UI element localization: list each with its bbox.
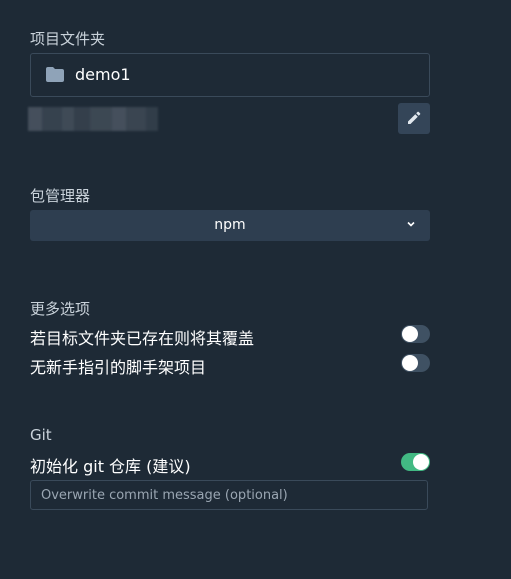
git-label: Git xyxy=(30,426,52,444)
package-manager-select[interactable]: npm xyxy=(30,210,430,241)
commit-message-input[interactable] xyxy=(30,480,428,510)
no-guide-label: 无新手指引的脚手架项目 xyxy=(30,358,207,377)
folder-name: demo1 xyxy=(75,65,131,84)
no-guide-toggle[interactable] xyxy=(401,354,430,372)
toggle-knob xyxy=(402,326,418,342)
folder-icon xyxy=(46,67,64,82)
git-init-toggle[interactable] xyxy=(401,453,430,471)
project-folder-field[interactable]: demo1 xyxy=(30,53,430,97)
pencil-icon xyxy=(408,111,421,124)
toggle-knob xyxy=(402,355,418,371)
toggle-knob xyxy=(413,454,429,470)
project-folder-label: 项目文件夹 xyxy=(30,30,106,48)
overwrite-folder-label: 若目标文件夹已存在则将其覆盖 xyxy=(30,329,255,348)
more-options-label: 更多选项 xyxy=(30,300,91,318)
overwrite-folder-toggle[interactable] xyxy=(401,325,430,343)
package-manager-label: 包管理器 xyxy=(30,187,91,205)
folder-path-redacted xyxy=(28,107,158,131)
chevron-down-icon xyxy=(407,221,415,227)
git-init-label: 初始化 git 仓库 (建议) xyxy=(30,457,191,476)
edit-folder-button[interactable] xyxy=(398,103,430,134)
package-manager-value: npm xyxy=(214,217,246,233)
